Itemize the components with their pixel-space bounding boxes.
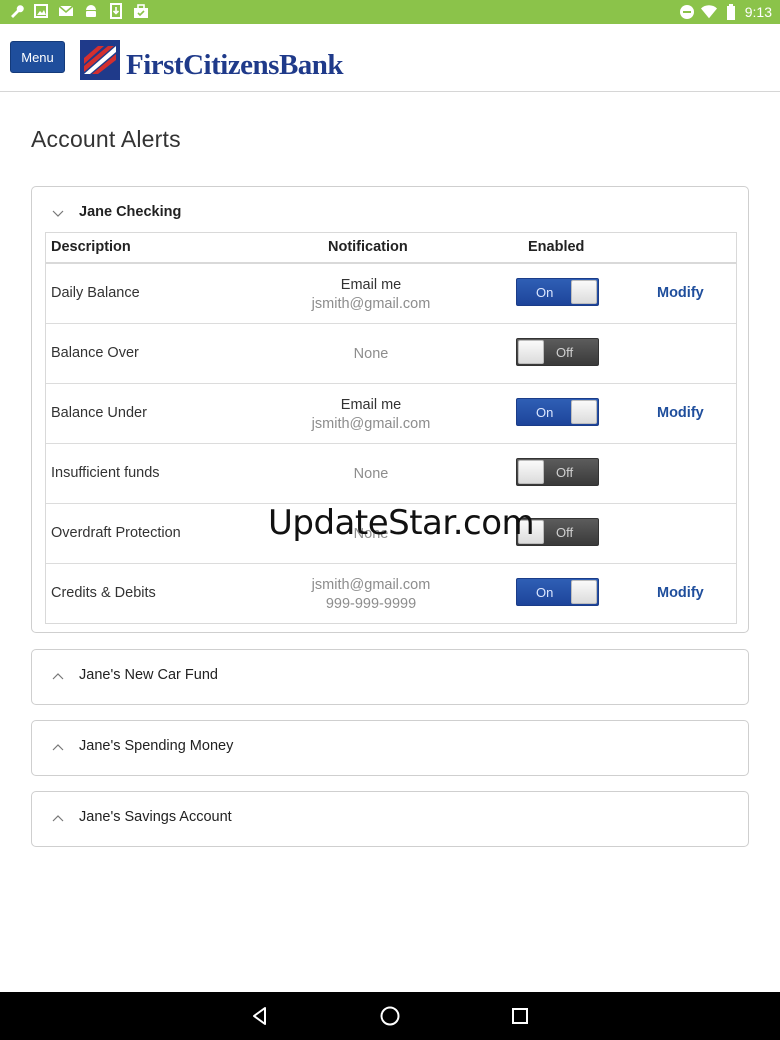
alert-description: Insufficient funds — [51, 465, 160, 481]
watermark-text: UpdateStar.com — [268, 503, 535, 543]
enabled-toggle[interactable]: Off — [516, 338, 599, 366]
alert-notification: Email me jsmith@gmail.com — [286, 396, 456, 434]
image-icon — [33, 3, 49, 19]
menu-button[interactable]: Menu — [10, 41, 65, 73]
panel-title: Jane Checking — [79, 204, 182, 220]
toggle-knob — [571, 580, 597, 604]
alert-notification: None — [286, 465, 456, 484]
column-header-description: Description — [51, 239, 131, 255]
alert-notification: jsmith@gmail.com 999-999-9999 — [286, 576, 456, 614]
account-panel-jane-checking: Jane Checking Description Notification E… — [31, 186, 749, 633]
status-time: 9:13 — [744, 4, 772, 20]
toggle-knob — [571, 280, 597, 304]
back-icon[interactable] — [248, 1004, 272, 1028]
briefcase-icon — [133, 3, 149, 19]
android-icon — [83, 3, 99, 19]
wifi-icon — [700, 4, 717, 20]
table-row: Balance Under Email me jsmith@gmail.com … — [46, 384, 736, 444]
modify-link[interactable]: Modify — [657, 285, 704, 301]
download-icon — [108, 3, 124, 19]
alert-description: Daily Balance — [51, 285, 140, 301]
table-row: Balance Over None Off — [46, 324, 736, 384]
panel-title: Jane's Spending Money — [79, 738, 234, 754]
notification-line2: jsmith@gmail.com — [311, 416, 431, 432]
notification-line1: Email me — [340, 277, 402, 293]
status-bar-right: 9:13 — [679, 3, 772, 21]
wrench-icon — [8, 3, 24, 19]
status-bar-left — [8, 3, 149, 19]
account-panel-new-car-fund[interactable]: Jane's New Car Fund — [31, 649, 749, 705]
alert-description: Balance Over — [51, 345, 139, 361]
account-panel-savings-account[interactable]: Jane's Savings Account — [31, 791, 749, 847]
toggle-label: On — [536, 285, 554, 300]
gmail-icon — [58, 3, 74, 19]
notification-line2: jsmith@gmail.com — [311, 296, 431, 312]
bank-name: FirstCitizensBank — [126, 49, 344, 81]
flag-logo-icon — [80, 40, 120, 80]
notification-line1: None — [353, 346, 389, 362]
toggle-label: Off — [556, 345, 574, 360]
recents-icon[interactable] — [508, 1004, 532, 1028]
table-row: Insufficient funds None Off — [46, 444, 736, 504]
navigation-bar — [0, 992, 780, 1040]
toggle-label: On — [536, 585, 554, 600]
alert-notification: Email me jsmith@gmail.com — [286, 276, 456, 314]
chevron-up-icon[interactable] — [52, 670, 64, 682]
home-icon[interactable] — [378, 1004, 402, 1028]
notification-line1: jsmith@gmail.com — [311, 577, 431, 593]
enabled-toggle[interactable]: Off — [516, 458, 599, 486]
bank-logo[interactable]: FirstCitizensBank — [80, 38, 344, 81]
notification-line2: 999-999-9999 — [325, 596, 417, 612]
column-header-notification: Notification — [328, 239, 408, 255]
app-header: Menu FirstCitizensBank — [0, 24, 780, 92]
alert-description: Balance Under — [51, 405, 147, 421]
table-row: Credits & Debits jsmith@gmail.com 999-99… — [46, 564, 736, 624]
account-panel-spending-money[interactable]: Jane's Spending Money — [31, 720, 749, 776]
toggle-knob — [518, 460, 544, 484]
notification-line1: None — [353, 466, 389, 482]
enabled-toggle[interactable]: On — [516, 398, 599, 426]
toggle-label: Off — [556, 465, 574, 480]
battery-icon — [723, 4, 739, 20]
alert-description: Overdraft Protection — [51, 525, 181, 541]
status-bar: 9:13 — [0, 0, 780, 24]
table-row: Daily Balance Email me jsmith@gmail.com … — [46, 264, 736, 324]
panel-title: Jane's New Car Fund — [79, 667, 218, 683]
do-not-disturb-icon — [679, 4, 695, 20]
alert-description: Credits & Debits — [51, 585, 156, 601]
toggle-knob — [518, 340, 544, 364]
panel-header[interactable]: Jane Checking — [32, 187, 748, 232]
modify-link[interactable]: Modify — [657, 585, 704, 601]
alerts-table: Description Notification Enabled Daily B… — [45, 232, 737, 624]
alert-notification: None — [286, 345, 456, 364]
toggle-knob — [571, 400, 597, 424]
enabled-toggle[interactable]: On — [516, 578, 599, 606]
toggle-label: Off — [556, 525, 574, 540]
column-header-enabled: Enabled — [528, 239, 585, 255]
enabled-toggle[interactable]: On — [516, 278, 599, 306]
modify-link[interactable]: Modify — [657, 405, 704, 421]
notification-line1: Email me — [340, 397, 402, 413]
chevron-down-icon[interactable] — [52, 207, 64, 219]
panel-title: Jane's Savings Account — [79, 809, 232, 825]
toggle-label: On — [536, 405, 554, 420]
page-title: Account Alerts — [31, 126, 181, 152]
chevron-up-icon[interactable] — [52, 741, 64, 753]
table-header: Description Notification Enabled — [46, 233, 736, 264]
chevron-up-icon[interactable] — [52, 812, 64, 824]
